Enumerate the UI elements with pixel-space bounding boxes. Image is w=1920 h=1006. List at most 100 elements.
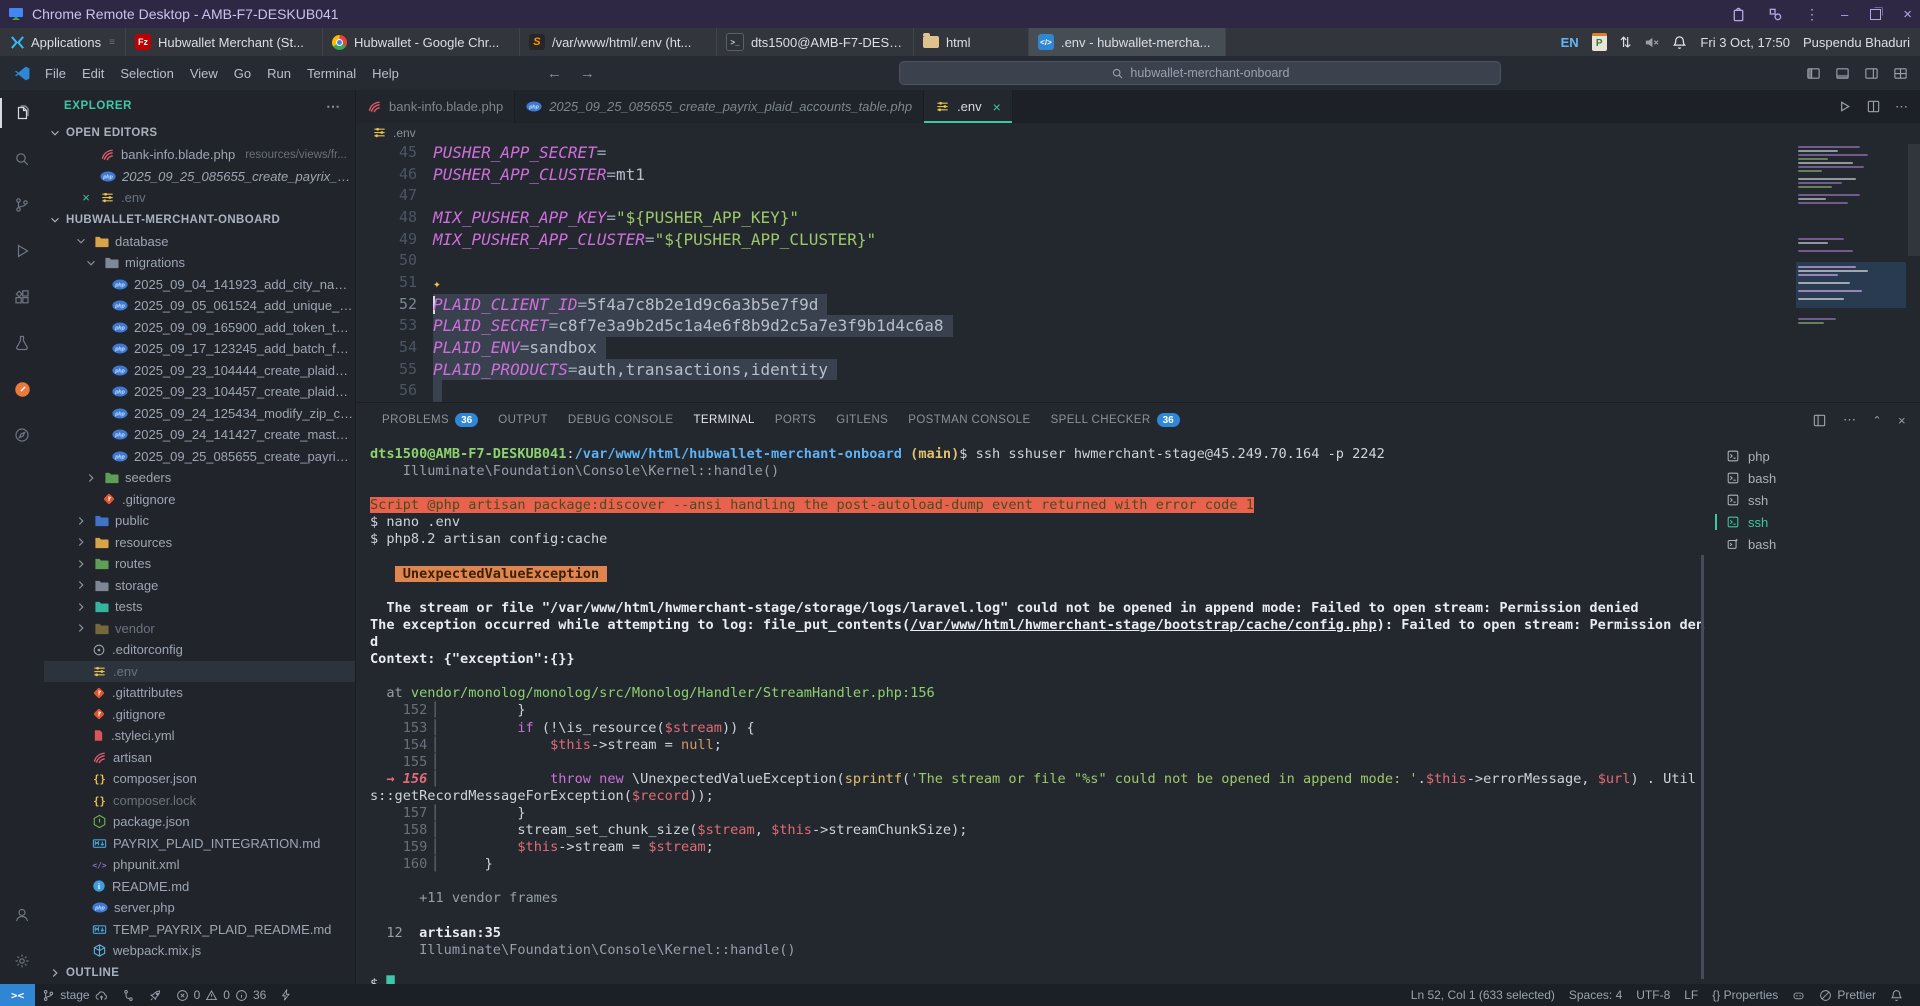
explorer-item[interactable]: iREADME.md bbox=[44, 876, 355, 898]
explorer-item[interactable]: php2025_09_17_123245_add_batch_fee... bbox=[44, 338, 355, 360]
menu-view[interactable]: View bbox=[182, 63, 226, 84]
activitybar-testing[interactable] bbox=[0, 320, 44, 366]
editor-tab[interactable]: bank-info.blade.php bbox=[356, 90, 515, 123]
explorer-item[interactable]: routes bbox=[44, 553, 355, 575]
activitybar-settings[interactable] bbox=[0, 938, 44, 984]
toggle-secondary-sidebar-icon[interactable] bbox=[1864, 66, 1879, 81]
taskbar-window-button[interactable]: html bbox=[914, 28, 1029, 56]
explorer-item[interactable]: tests bbox=[44, 596, 355, 618]
explorer-item[interactable]: TEMP_PAYRIX_PLAID_README.md bbox=[44, 919, 355, 941]
panel-tab-postman-console[interactable]: POSTMAN CONSOLE bbox=[898, 403, 1040, 437]
explorer-item[interactable]: .gitignore bbox=[44, 704, 355, 726]
panel-tab-output[interactable]: OUTPUT bbox=[488, 403, 558, 437]
clipboard-manager-icon[interactable]: P bbox=[1592, 33, 1607, 51]
minimap[interactable] bbox=[1796, 142, 1906, 402]
clipboard-sync-icon[interactable] bbox=[1731, 7, 1746, 22]
explorer-item[interactable]: .editorconfig bbox=[44, 639, 355, 661]
close-panel-icon[interactable]: × bbox=[1898, 413, 1906, 428]
panel-tab-gitlens[interactable]: GITLENS bbox=[826, 403, 898, 437]
menu-terminal[interactable]: Terminal bbox=[299, 63, 364, 84]
explorer-item[interactable]: seeders bbox=[44, 467, 355, 489]
panel-tab-spell-checker[interactable]: SPELL CHECKER36 bbox=[1041, 403, 1190, 437]
nav-forward-icon[interactable]: → bbox=[580, 65, 595, 82]
explorer-item[interactable]: public bbox=[44, 510, 355, 532]
panel-views-icon[interactable] bbox=[1812, 413, 1827, 428]
updown-arrows-icon[interactable]: ⇅ bbox=[1620, 34, 1632, 51]
session-options-icon[interactable] bbox=[1768, 7, 1783, 22]
taskbar-window-button[interactable]: Hubwallet - Google Chr... bbox=[323, 28, 520, 56]
bolt-item[interactable] bbox=[273, 984, 299, 1006]
customize-layout-icon[interactable] bbox=[1893, 66, 1908, 81]
explorer-item[interactable]: artisan bbox=[44, 747, 355, 769]
code-line[interactable]: 52PLAID_CLIENT_ID=5f4a7c8b2e1d9c6a3b5e7f… bbox=[356, 294, 1920, 316]
editor-more-actions-icon[interactable]: ⋯ bbox=[1895, 99, 1908, 115]
activitybar-postman[interactable] bbox=[0, 366, 44, 412]
panel-tab-ports[interactable]: PORTS bbox=[765, 403, 826, 437]
applications-menu[interactable]: Applications ≡ bbox=[0, 28, 126, 56]
explorer-item[interactable]: package.json bbox=[44, 811, 355, 833]
terminal-instance-bash[interactable]: bash bbox=[1705, 467, 1920, 489]
code-line[interactable]: 51✦ bbox=[356, 272, 1920, 294]
clock[interactable]: Fri 3 Oct, 17:50 bbox=[1700, 35, 1790, 50]
code-line[interactable]: 55PLAID_PRODUCTS=auth,transactions,ident… bbox=[356, 359, 1920, 381]
code-line[interactable]: 47 bbox=[356, 185, 1920, 207]
close-editor-icon[interactable]: × bbox=[78, 190, 94, 205]
menu-help[interactable]: Help bbox=[364, 63, 407, 84]
explorer-item[interactable]: PAYRIX_PLAID_INTEGRATION.md bbox=[44, 833, 355, 855]
breadcrumb[interactable]: .env bbox=[356, 123, 1920, 142]
code-line[interactable]: 48MIX_PUSHER_APP_KEY="${PUSHER_APP_KEY}" bbox=[356, 207, 1920, 229]
explorer-item[interactable]: phpserver.php bbox=[44, 897, 355, 919]
activitybar-gitlens[interactable] bbox=[0, 412, 44, 458]
close-tab-icon[interactable]: × bbox=[993, 99, 1001, 115]
open-editor-item[interactable]: ×.env bbox=[44, 187, 355, 209]
editor-tab[interactable]: php2025_09_25_085655_create_payrix_plaid… bbox=[515, 90, 924, 123]
split-editor-icon[interactable] bbox=[1866, 99, 1881, 114]
activitybar-run-debug[interactable] bbox=[0, 228, 44, 274]
nav-back-icon[interactable]: ← bbox=[547, 65, 562, 82]
rocket-item[interactable] bbox=[142, 984, 169, 1006]
section-open-editors[interactable]: OPEN EDITORS bbox=[44, 122, 355, 144]
problems-item[interactable]: 0 0 36 bbox=[169, 984, 274, 1006]
taskbar-window-button[interactable]: >_dts1500@AMB-F7-DESK... bbox=[717, 28, 914, 56]
menu-go[interactable]: Go bbox=[226, 63, 259, 84]
explorer-item[interactable]: vendor bbox=[44, 618, 355, 640]
editor-tab[interactable]: .env× bbox=[924, 90, 1013, 123]
code-line[interactable]: 54PLAID_ENV=sandbox bbox=[356, 337, 1920, 359]
explorer-item[interactable]: php2025_09_05_061524_add_unique_id... bbox=[44, 295, 355, 317]
terminal-output[interactable]: dts1500@AMB-F7-DESKUB041:/var/www/html/h… bbox=[356, 437, 1705, 984]
explorer-item[interactable]: php2025_09_23_104444_create_plaid_a... bbox=[44, 360, 355, 382]
taskbar-window-button[interactable]: FzHubwallet Merchant (St... bbox=[126, 28, 323, 56]
explorer-item[interactable]: webpack.mix.js bbox=[44, 940, 355, 962]
toggle-sidebar-icon[interactable] bbox=[1806, 66, 1821, 81]
terminal-instance-php[interactable]: php bbox=[1705, 445, 1920, 467]
notification-bell-icon[interactable] bbox=[1672, 35, 1687, 50]
menu-file[interactable]: File bbox=[37, 63, 74, 84]
explorer-more-actions-icon[interactable]: ⋯ bbox=[326, 98, 341, 115]
close-button[interactable]: × bbox=[1903, 6, 1912, 23]
panel-tab-debug-console[interactable]: DEBUG CONSOLE bbox=[558, 403, 684, 437]
keyboard-layout-indicator[interactable]: EN bbox=[1561, 35, 1579, 50]
explorer-item[interactable]: php2025_09_23_104457_create_plaid_tr... bbox=[44, 381, 355, 403]
restore-button[interactable] bbox=[1870, 9, 1881, 20]
taskbar-window-button[interactable]: </>.env - hubwallet-mercha... bbox=[1029, 28, 1226, 56]
explorer-item[interactable]: database bbox=[44, 231, 355, 253]
statusbar-notifications[interactable] bbox=[1883, 989, 1910, 1002]
explorer-item[interactable]: .gitattributes bbox=[44, 682, 355, 704]
explorer-item[interactable]: .styleci.yml bbox=[44, 725, 355, 747]
code-line[interactable]: 46PUSHER_APP_CLUSTER=mt1 bbox=[356, 164, 1920, 186]
statusbar-prettier[interactable]: Prettier bbox=[1812, 988, 1883, 1002]
explorer-item[interactable]: php2025_09_09_165900_add_token_to_... bbox=[44, 317, 355, 339]
code-line[interactable]: 49MIX_PUSHER_APP_CLUSTER="${PUSHER_APP_C… bbox=[356, 229, 1920, 251]
statusbar-cursor-position[interactable]: Ln 52, Col 1 (633 selected) bbox=[1404, 988, 1562, 1002]
panel-tab-problems[interactable]: PROBLEMS36 bbox=[372, 403, 488, 437]
code-editor[interactable]: 45PUSHER_APP_SECRET=46PUSHER_APP_CLUSTER… bbox=[356, 142, 1920, 402]
statusbar-eol[interactable]: LF bbox=[1677, 988, 1705, 1002]
explorer-item[interactable]: storage bbox=[44, 575, 355, 597]
terminal-instance-ssh[interactable]: ssh bbox=[1705, 489, 1920, 511]
minimize-button[interactable]: – bbox=[1841, 7, 1848, 22]
git-branch-item[interactable]: stage bbox=[35, 984, 114, 1006]
remote-indicator[interactable]: >< bbox=[0, 984, 35, 1006]
command-center-search[interactable]: hubwallet-merchant-onboard bbox=[899, 61, 1501, 85]
open-editor-item[interactable]: php2025_09_25_085655_create_payrix_p... bbox=[44, 166, 355, 188]
code-line[interactable]: 45PUSHER_APP_SECRET= bbox=[356, 142, 1920, 164]
